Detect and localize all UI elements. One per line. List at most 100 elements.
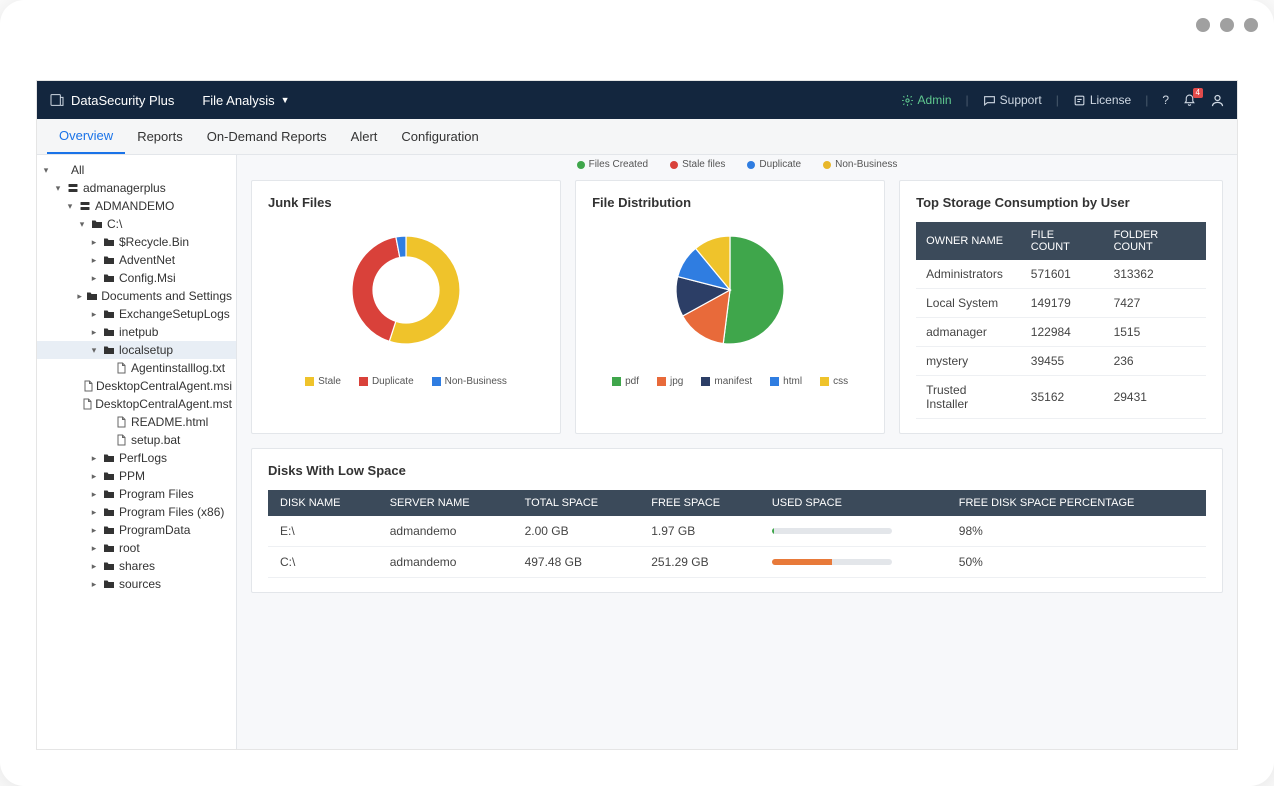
tree-label: Documents and Settings (101, 289, 232, 303)
disks-low-space-card: Disks With Low Space DISK NAMESERVER NAM… (251, 448, 1223, 593)
tree-item[interactable]: ▸ PPM (37, 467, 236, 485)
notification-badge: 4 (1193, 88, 1203, 98)
tree-label: admanagerplus (83, 181, 166, 195)
folder-icon (102, 471, 116, 481)
tree-item[interactable]: Agentinstalllog.txt (37, 359, 236, 377)
module-label: File Analysis (202, 93, 274, 108)
folder-icon (102, 237, 116, 247)
help-button[interactable]: ? (1162, 93, 1169, 107)
topbar: DataSecurity Plus File Analysis ▼ Admin … (37, 81, 1237, 119)
legend-item: pdf (612, 376, 639, 387)
card-title: Junk Files (268, 195, 544, 210)
license-icon (1073, 94, 1086, 107)
tree-label: PPM (119, 469, 145, 483)
tab-configuration[interactable]: Configuration (389, 119, 490, 154)
tree-item[interactable]: ▾admanagerplus (37, 179, 236, 197)
tree-item[interactable]: ▾ADMANDEMO (37, 197, 236, 215)
tree-item[interactable]: ▸ ProgramData (37, 521, 236, 539)
main-content: Files CreatedStale filesDuplicateNon-Bus… (237, 155, 1237, 749)
legend-item: css (820, 376, 848, 387)
brand-icon (49, 92, 65, 108)
tree-item[interactable]: ▸Program Files (x86) (37, 503, 236, 521)
tree-item[interactable]: setup.bat (37, 431, 236, 449)
table-row[interactable]: admanager1229841515 (916, 318, 1206, 347)
tree-caret-icon: ▸ (89, 273, 99, 284)
tree-item[interactable]: DesktopCentralAgent.mst (37, 395, 236, 413)
tree-label: AdventNet (119, 253, 175, 267)
tree-label: DesktopCentralAgent.mst (95, 397, 232, 411)
tree-label: inetpub (119, 325, 158, 339)
tree-item[interactable]: ▸inetpub (37, 323, 236, 341)
legend-item: manifest (701, 376, 752, 387)
tab-overview[interactable]: Overview (47, 119, 125, 154)
tree-label: C:\ (107, 217, 122, 231)
tree-label: ProgramData (119, 523, 190, 537)
tree-item[interactable]: ▸ExchangeSetupLogs (37, 305, 236, 323)
tree-item[interactable]: ▸sources (37, 575, 236, 593)
tree-label: Config.Msi (119, 271, 176, 285)
tree-caret-icon: ▸ (89, 561, 99, 572)
legend-item: Non-Business (823, 159, 897, 170)
gear-icon (901, 94, 914, 107)
tree-label: $Recycle.Bin (119, 235, 189, 249)
used-space-bar (772, 528, 892, 534)
tree-caret-icon: ▸ (76, 291, 83, 302)
tree-item[interactable]: ▸ Config.Msi (37, 269, 236, 287)
tree-item[interactable]: ▾localsetup (37, 341, 236, 359)
table-row[interactable]: Administrators571601313362 (916, 260, 1206, 289)
tree-label: ADMANDEMO (95, 199, 174, 213)
table-row[interactable]: mystery39455236 (916, 347, 1206, 376)
user-menu[interactable] (1210, 93, 1225, 108)
column-header: DISK NAME (268, 490, 378, 516)
tree-caret-icon: ▸ (89, 471, 99, 482)
column-header: OWNER NAME (916, 222, 1021, 260)
column-header: FILE COUNT (1021, 222, 1104, 260)
table-row[interactable]: Trusted Installer3516229431 (916, 376, 1206, 419)
tree-item[interactable]: ▾All (37, 161, 236, 179)
file-icon (114, 434, 128, 446)
tab-reports[interactable]: Reports (125, 119, 195, 154)
tree-item[interactable]: ▸root (37, 539, 236, 557)
tree-item[interactable]: ▸Program Files (37, 485, 236, 503)
tree-label: shares (119, 559, 155, 573)
brand-label: DataSecurity Plus (71, 93, 174, 108)
legend-item: Files Created (577, 159, 648, 170)
tree-item[interactable]: ▸ $Recycle.Bin (37, 233, 236, 251)
tree-item[interactable]: ▸ Documents and Settings (37, 287, 236, 305)
notifications-button[interactable]: 4 (1183, 94, 1196, 107)
license-link[interactable]: License (1073, 93, 1131, 107)
folder-icon (86, 291, 98, 301)
tree-item[interactable]: ▸PerfLogs (37, 449, 236, 467)
tab-alert[interactable]: Alert (339, 119, 390, 154)
file-tree[interactable]: ▾All▾admanagerplus▾ADMANDEMO▾C:\ ▸ $Recycl… (37, 155, 237, 749)
junk-files-card: Junk Files StaleDuplicateNon-Business (251, 180, 561, 434)
legend-item: Stale (305, 376, 341, 387)
admin-link[interactable]: Admin (901, 93, 952, 107)
brand[interactable]: DataSecurity Plus (49, 92, 174, 108)
module-selector[interactable]: File Analysis ▼ (202, 93, 289, 108)
tree-item[interactable]: ▾C:\ (37, 215, 236, 233)
folder-icon (90, 219, 104, 229)
tree-item[interactable]: README.html (37, 413, 236, 431)
tree-item[interactable]: ▸AdventNet (37, 251, 236, 269)
tree-caret-icon: ▸ (89, 525, 99, 536)
tab-on-demand-reports[interactable]: On-Demand Reports (195, 119, 339, 154)
used-space-bar (772, 559, 892, 565)
table-row[interactable]: C:\admandemo497.48 GB251.29 GB50% (268, 547, 1206, 578)
table-row[interactable]: Local System1491797427 (916, 289, 1206, 318)
tree-label: PerfLogs (119, 451, 167, 465)
window-dot (1244, 18, 1258, 32)
tree-caret-icon: ▸ (89, 237, 99, 248)
file-icon (83, 380, 93, 392)
user-icon (1210, 93, 1225, 108)
table-row[interactable]: E:\admandemo2.00 GB1.97 GB98% (268, 516, 1206, 547)
admin-label: Admin (918, 93, 952, 107)
support-link[interactable]: Support (983, 93, 1042, 107)
junk-files-donut-chart (346, 230, 466, 350)
legend-item: Stale files (670, 159, 725, 170)
junk-legend: StaleDuplicateNon-Business (268, 376, 544, 387)
tree-item[interactable]: DesktopCentralAgent.msi (37, 377, 236, 395)
tree-item[interactable]: ▸ shares (37, 557, 236, 575)
help-icon: ? (1162, 93, 1169, 107)
tree-label: Agentinstalllog.txt (131, 361, 225, 375)
